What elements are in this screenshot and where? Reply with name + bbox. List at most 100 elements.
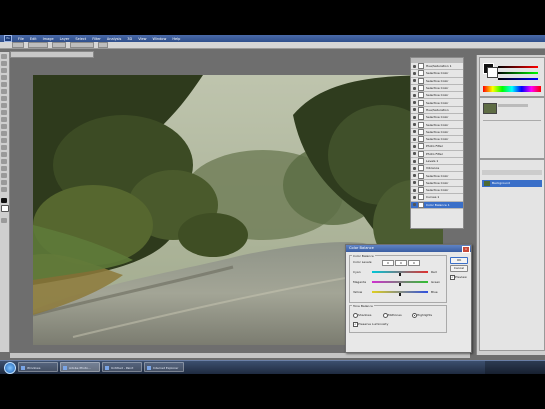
menu-3d[interactable]: 3D: [127, 37, 132, 41]
eye-icon[interactable]: [413, 79, 416, 83]
eye-icon[interactable]: [413, 203, 416, 207]
tool-preset-picker[interactable]: [12, 42, 24, 48]
option-toggle[interactable]: [98, 42, 108, 48]
red-slider[interactable]: [498, 66, 538, 68]
taskbar-item[interactable]: Windows: [18, 362, 58, 372]
eye-icon[interactable]: [413, 195, 416, 199]
eye-icon[interactable]: [413, 101, 416, 105]
foreground-color-swatch[interactable]: [1, 198, 7, 203]
cancel-button[interactable]: Cancel: [450, 265, 468, 272]
path-select-tool-icon[interactable]: [1, 166, 7, 171]
eye-icon[interactable]: [413, 159, 416, 163]
eye-icon[interactable]: [413, 86, 416, 90]
eye-icon[interactable]: [413, 71, 416, 75]
layer-row[interactable]: Selective Color: [411, 187, 463, 195]
layer-row[interactable]: Photo Filter: [411, 150, 463, 158]
menu-image[interactable]: Image: [43, 37, 54, 41]
menu-view[interactable]: View: [138, 37, 146, 41]
eye-icon[interactable]: [413, 64, 416, 68]
layer-row[interactable]: Selective Color: [411, 121, 463, 129]
layer-row[interactable]: Selective Color: [411, 99, 463, 107]
green-slider[interactable]: [498, 72, 538, 74]
gradient-tool-icon[interactable]: [1, 131, 7, 136]
menu-select[interactable]: Select: [75, 37, 86, 41]
marquee-tool-icon[interactable]: [1, 61, 7, 66]
eye-icon[interactable]: [413, 123, 416, 127]
menu-filter[interactable]: Filter: [92, 37, 101, 41]
layer-row[interactable]: Photo Filter: [411, 143, 463, 151]
level-yellow-blue[interactable]: 0: [408, 260, 420, 266]
layer-row-selected[interactable]: Background: [482, 180, 542, 187]
taskbar-item-active[interactable]: Adobe Photo...: [60, 362, 100, 372]
color-ramp[interactable]: [483, 86, 541, 92]
crop-tool-icon[interactable]: [1, 82, 7, 87]
taskbar-item[interactable]: Untitled - Paint: [102, 362, 142, 372]
eye-icon[interactable]: [413, 93, 416, 97]
layer-row[interactable]: Vibrance: [411, 165, 463, 173]
brush-tool-icon[interactable]: [1, 103, 7, 108]
magic-wand-tool-icon[interactable]: [1, 75, 7, 80]
shape-tool-icon[interactable]: [1, 173, 7, 178]
menu-edit[interactable]: Edit: [30, 37, 37, 41]
blur-tool-icon[interactable]: [1, 138, 7, 143]
option-dropdown[interactable]: [28, 42, 48, 48]
close-icon[interactable]: ×: [462, 246, 470, 253]
quick-mask-icon[interactable]: [1, 218, 7, 223]
type-tool-icon[interactable]: [1, 159, 7, 164]
pen-tool-icon[interactable]: [1, 152, 7, 157]
menu-file[interactable]: File: [18, 37, 24, 41]
option-dropdown[interactable]: [52, 42, 66, 48]
background-color-swatch[interactable]: [1, 205, 9, 212]
layer-row[interactable]: Selective Color: [411, 92, 463, 100]
layer-row[interactable]: Selective Color: [411, 114, 463, 122]
zoom-tool-icon[interactable]: [1, 187, 7, 192]
menu-analysis[interactable]: Analysis: [107, 37, 121, 41]
eye-icon[interactable]: [413, 188, 416, 192]
level-magenta-green[interactable]: 0: [395, 260, 407, 266]
eye-icon[interactable]: [413, 115, 416, 119]
layer-row[interactable]: Selective Color: [411, 85, 463, 93]
move-tool-icon[interactable]: [1, 54, 7, 59]
layer-row[interactable]: Selective Color: [411, 70, 463, 78]
eye-icon[interactable]: [413, 130, 416, 134]
layer-row[interactable]: Hue/Saturation 1: [411, 63, 463, 71]
eyedropper-tool-icon[interactable]: [1, 89, 7, 94]
clone-stamp-tool-icon[interactable]: [1, 110, 7, 115]
eye-icon[interactable]: [413, 152, 416, 156]
layer-row[interactable]: Selective Color: [411, 136, 463, 144]
history-brush-tool-icon[interactable]: [1, 117, 7, 122]
option-dropdown[interactable]: [70, 42, 94, 48]
eye-icon[interactable]: [413, 166, 416, 170]
taskbar-item[interactable]: Internet Explorer: [144, 362, 184, 372]
layer-row[interactable]: Selective Color: [411, 179, 463, 188]
layer-row[interactable]: Color Balance 1: [411, 201, 463, 209]
menu-help[interactable]: Help: [172, 37, 180, 41]
slider-knob[interactable]: [399, 273, 401, 276]
layer-row[interactable]: Levels 1: [411, 158, 463, 166]
eye-icon[interactable]: [413, 144, 416, 148]
background-swatch[interactable]: [487, 67, 498, 78]
eye-icon[interactable]: [413, 137, 416, 141]
menu-window[interactable]: Window: [153, 37, 167, 41]
eye-icon[interactable]: [413, 108, 416, 112]
eye-icon[interactable]: [413, 181, 416, 185]
blue-slider[interactable]: [498, 78, 538, 80]
ok-button[interactable]: OK: [450, 257, 468, 264]
lasso-tool-icon[interactable]: [1, 68, 7, 73]
dodge-tool-icon[interactable]: [1, 145, 7, 150]
layer-row[interactable]: Selective Color: [411, 77, 463, 85]
healing-brush-tool-icon[interactable]: [1, 96, 7, 101]
layer-row[interactable]: Curves 1: [411, 194, 463, 202]
start-button[interactable]: [4, 362, 16, 374]
slider-knob[interactable]: [399, 293, 401, 296]
layer-row[interactable]: Selective Color: [411, 128, 463, 136]
level-cyan-red[interactable]: 0: [382, 260, 394, 266]
layer-row[interactable]: Selective Color: [411, 172, 463, 180]
slider-knob[interactable]: [399, 283, 401, 286]
eye-icon[interactable]: [413, 174, 416, 178]
hand-tool-icon[interactable]: [1, 180, 7, 185]
document-tab[interactable]: [10, 51, 94, 58]
layer-row[interactable]: Hue/Saturation: [411, 106, 463, 115]
eraser-tool-icon[interactable]: [1, 124, 7, 129]
menu-layer[interactable]: Layer: [60, 37, 70, 41]
